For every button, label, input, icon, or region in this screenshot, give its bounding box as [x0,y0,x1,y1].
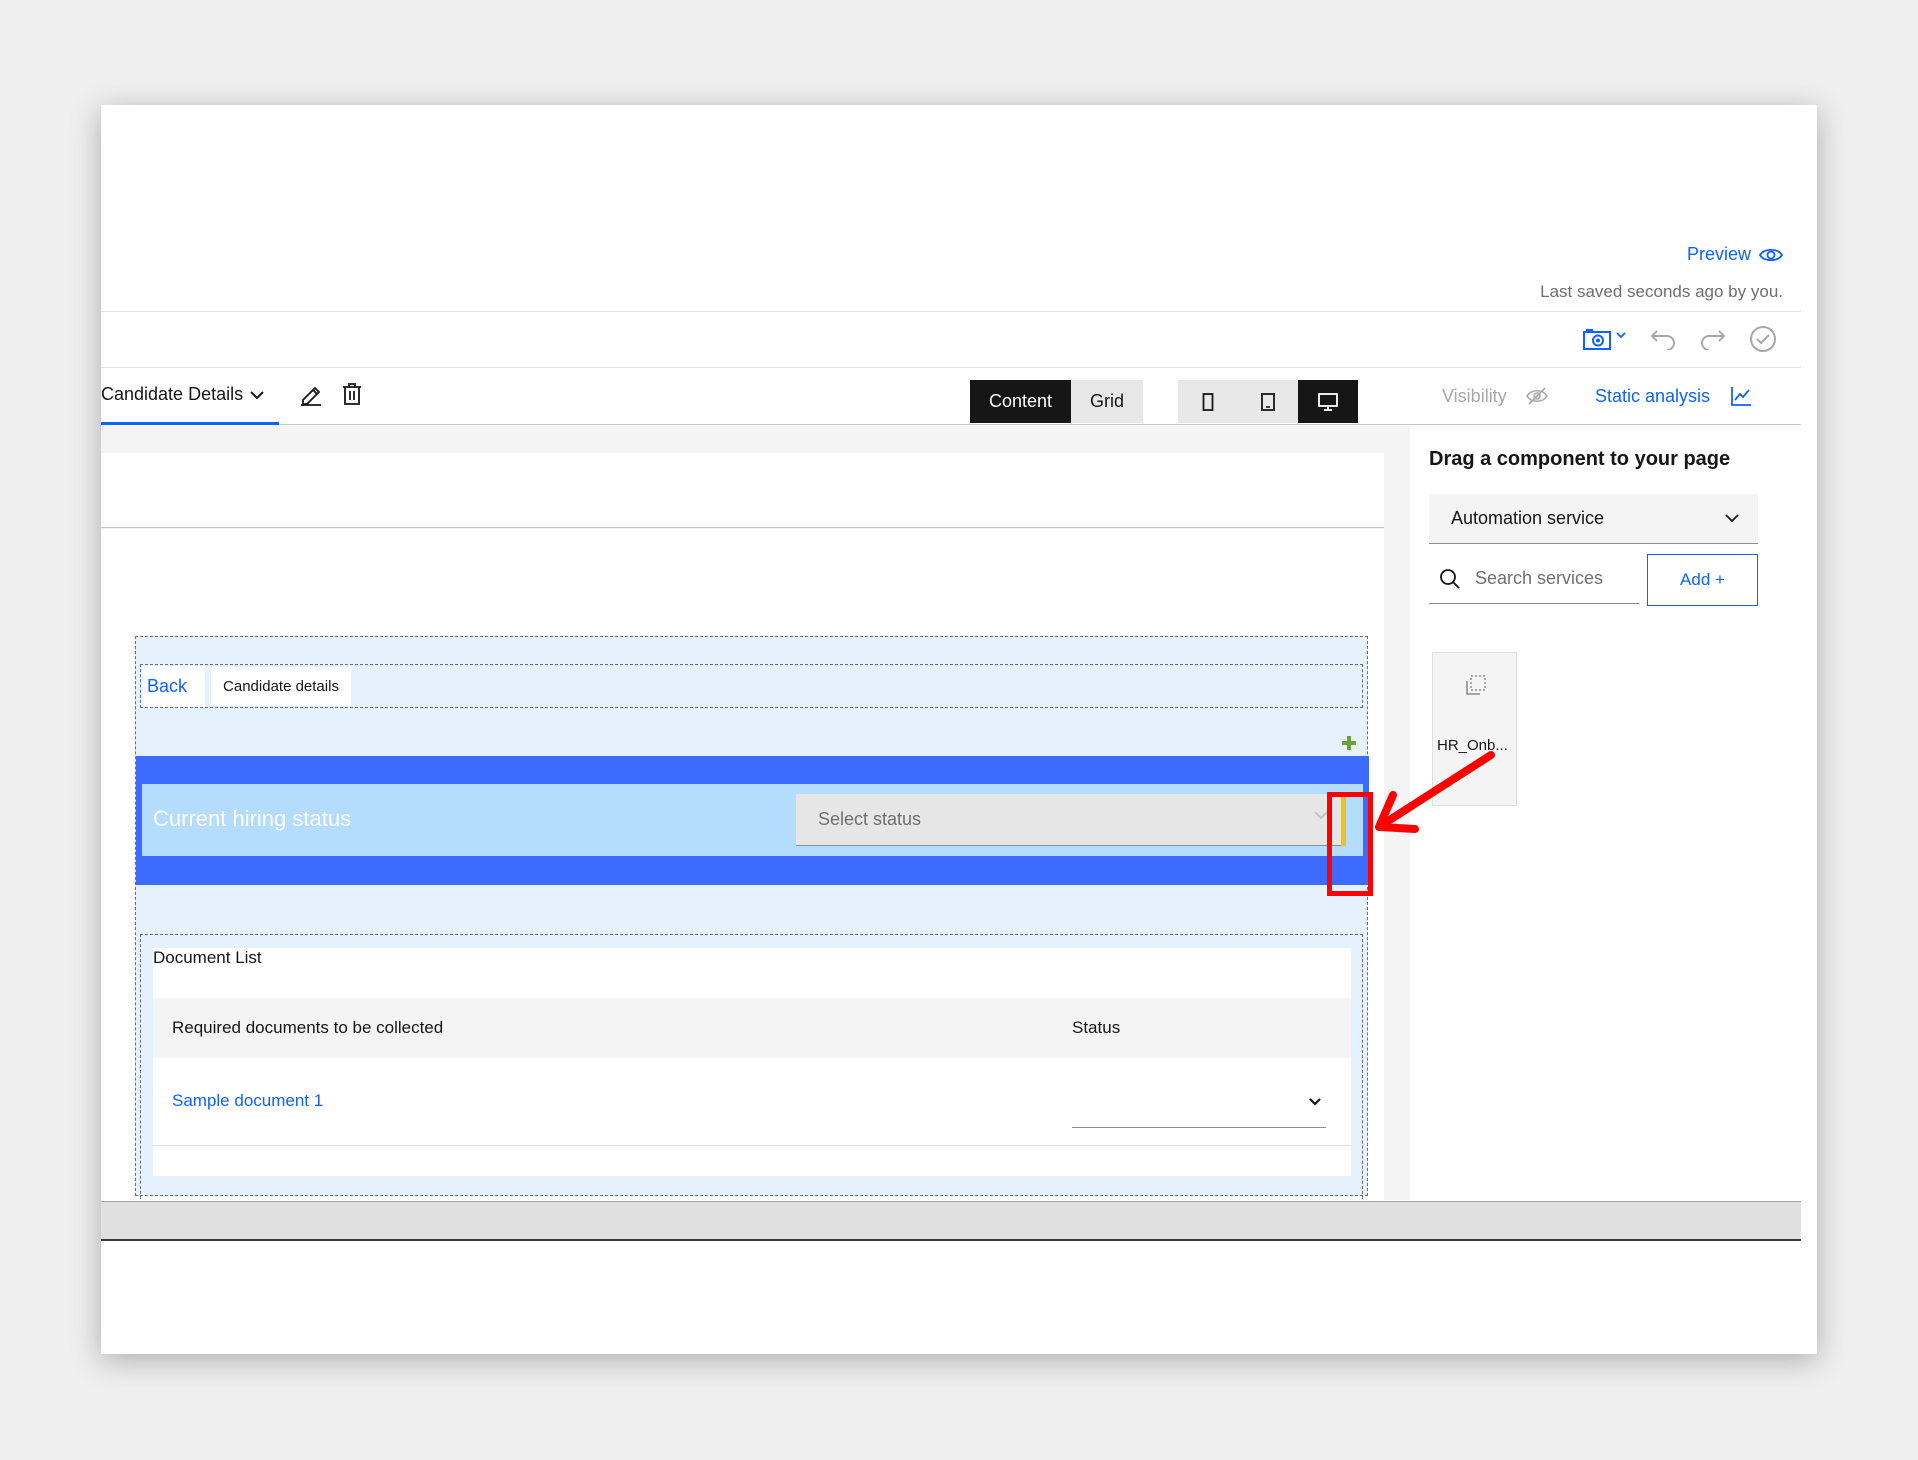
design-canvas: Back Candidate details Current hiring st… [101,426,1410,1200]
page-tab-bar: Candidate Details Content Grid Visibilit… [101,367,1801,425]
document-list-header: Document List [153,948,1351,998]
delete-button[interactable] [341,382,363,411]
visibility-label: Visibility [1442,385,1507,406]
hiring-status-panel: Current hiring status Select status [142,784,1363,856]
validate-button[interactable] [1749,325,1777,353]
mobile-device-button[interactable] [1178,380,1238,423]
preview-button[interactable]: Preview [1687,244,1783,265]
view-mode-switcher: Content Grid [970,380,1144,423]
redo-icon [1701,330,1726,350]
chevron-down-icon [1725,514,1739,523]
content-view-button[interactable]: Content [970,380,1072,423]
document-list-section[interactable]: Document List Required documents to be c… [140,934,1363,1200]
document-link[interactable]: Sample document 1 [172,1091,323,1111]
highlight-box [1327,792,1373,896]
undo-icon [1650,330,1675,350]
page-tab-candidate-details[interactable]: Candidate Details [101,367,279,425]
visibility-toggle[interactable]: Visibility [1442,367,1549,425]
breadcrumb-current: Candidate details [211,666,351,706]
table-header: Required documents to be collected Statu… [153,998,1351,1058]
eye-off-icon [1525,387,1548,405]
page-tab-label: Candidate Details [101,384,244,404]
hiring-status-section[interactable]: Current hiring status Select status [136,756,1369,885]
document-list-title: Document List [153,948,262,967]
service-type-value: Automation service [1451,508,1605,528]
static-analysis-label: Static analysis [1595,385,1711,406]
status-bar [101,1201,1801,1241]
page-tab-actions [299,367,363,425]
chevron-down-icon [1309,1098,1321,1106]
trash-icon [343,382,361,405]
page-header-region [101,453,1384,528]
redo-button[interactable] [1699,328,1727,350]
search-icon [1440,568,1460,589]
search-field [1429,554,1639,604]
camera-icon [1583,329,1611,350]
search-input[interactable] [1475,568,1635,589]
app-window: Preview Last saved seconds ago by you. C… [101,105,1817,1354]
table-row: Sample document 1 [153,1058,1351,1146]
eye-icon [1759,248,1783,261]
chevron-down-icon [250,390,264,399]
preview-label: Preview [1686,244,1751,264]
annotation-arrow-icon [1375,751,1495,833]
column-header: Status [1072,1018,1121,1037]
service-component-icon [1466,675,1486,695]
mobile-icon [1202,392,1214,411]
snapshot-button[interactable] [1583,327,1627,351]
desktop-icon [1318,392,1338,411]
static-analysis-button[interactable]: Static analysis [1595,367,1752,425]
last-saved-text: Last saved seconds ago by you. [1540,282,1783,301]
form-container[interactable]: Back Candidate details Current hiring st… [135,636,1369,1200]
add-service-button[interactable]: Add + [1647,554,1758,606]
grid-view-button[interactable]: Grid [1071,380,1143,423]
table-row [153,1146,1351,1176]
palette-title: Drag a component to your page [1429,448,1731,470]
status-placeholder: Select status [818,809,922,829]
rename-button[interactable] [299,382,323,411]
document-status-dropdown[interactable] [1072,1082,1326,1128]
desktop-device-button[interactable] [1298,380,1358,423]
tablet-icon [1261,392,1275,411]
back-link[interactable]: Back [143,665,206,707]
toolbar [1583,325,1777,353]
device-switcher [1178,380,1358,423]
tablet-device-button[interactable] [1238,380,1298,423]
plus-icon [1342,736,1356,750]
pencil-icon [301,386,321,406]
breadcrumb: Back Candidate details [140,664,1363,708]
column-header: Required documents to be collected [172,1018,444,1037]
add-section-button[interactable] [1341,735,1357,756]
checkmark-circle-icon [1750,326,1776,352]
hiring-status-title: Current hiring status [153,806,352,831]
undo-button[interactable] [1649,328,1677,350]
service-type-dropdown[interactable]: Automation service [1429,494,1758,544]
status-dropdown[interactable]: Select status [796,794,1341,846]
chevron-down-icon [1616,332,1626,339]
divider [101,311,1801,312]
chart-line-icon [1731,387,1752,406]
